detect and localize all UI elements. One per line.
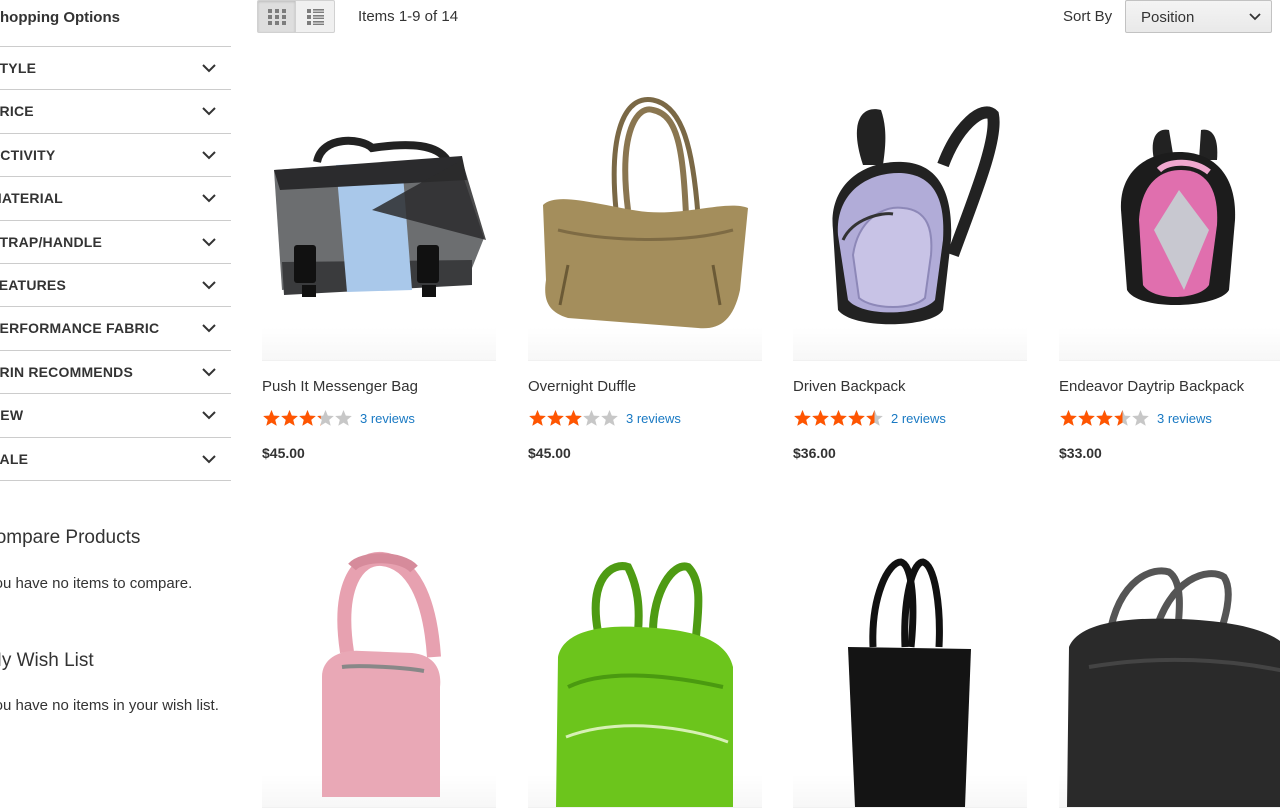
list-icon [306,8,324,25]
compare-products-title: Compare Products [0,527,141,548]
product-price: $36.00 [793,445,836,461]
star-icon [281,410,298,426]
star-icon [529,410,546,426]
chevron-down-icon [202,281,216,290]
chevron-down-icon [202,324,216,333]
star-icon [1132,410,1149,426]
filter-new[interactable]: NEW [0,394,231,438]
chevron-down-icon [202,237,216,246]
chevron-down-icon [202,411,216,420]
sort-by-select[interactable]: Position [1125,0,1272,33]
view-mode-switcher [257,0,336,33]
product-rating: 3 reviews [528,409,681,427]
star-icon [547,410,564,426]
star-icon [263,410,280,426]
product-image-shoulder-bag-pink[interactable] [262,537,496,808]
star-icon [794,410,811,426]
chevron-down-icon [202,368,216,377]
product-name-link[interactable]: Push It Messenger Bag [262,378,418,395]
product-rating: 3 reviews [262,409,415,427]
grid-icon [267,8,286,25]
shopping-options-title: Shopping Options [0,9,120,26]
star-icon [335,410,352,426]
rating-stars [1059,409,1149,427]
product-image-backpack-pink[interactable] [1059,90,1280,361]
sort-by-label: Sort By [1063,8,1113,25]
star-icon [1096,410,1113,426]
product-rating: 3 reviews [1059,409,1212,427]
sort-selected-value: Position [1141,9,1195,26]
grid-view-button[interactable] [257,0,296,33]
toolbar-amount: Items 1-9 of 14 [358,8,459,25]
reviews-link[interactable]: 3 reviews [360,411,415,426]
filter-price[interactable]: PRICE [0,90,231,134]
rating-stars [528,409,618,427]
filter-label: STRAP/HANDLE [0,233,103,250]
filter-erin-recommends[interactable]: ERIN RECOMMENDS [0,351,231,395]
filter-activity[interactable]: ACTIVITY [0,134,231,178]
star-icon [866,410,883,426]
product-name-link[interactable]: Driven Backpack [793,378,906,395]
product-name-link[interactable]: Endeavor Daytrip Backpack [1059,378,1244,395]
chevron-down-icon [202,107,216,116]
filter-label: SALE [0,450,29,467]
product-name-link[interactable]: Overnight Duffle [528,378,636,395]
filter-label: FEATURES [0,276,67,293]
product-price: $45.00 [528,445,571,461]
reviews-link[interactable]: 3 reviews [626,411,681,426]
star-icon [565,410,582,426]
chevron-down-icon [202,151,216,160]
filter-label: MATERIAL [0,190,63,207]
compare-empty-message: You have no items to compare. [0,575,193,592]
filter-sale[interactable]: SALE [0,438,231,481]
rating-stars [793,409,883,427]
chevron-down-icon [202,64,216,73]
product-image-backpack-lavender[interactable] [793,90,1027,361]
list-view-button[interactable] [296,0,335,33]
star-icon [601,410,618,426]
star-icon [1078,410,1095,426]
product-image-messenger-bag[interactable] [262,90,496,361]
rating-stars [262,409,352,427]
product-image-tote-black[interactable] [793,537,1027,808]
chevron-down-icon [202,194,216,203]
filter-label: PRICE [0,103,34,120]
star-icon [1060,410,1077,426]
wish-list-empty-message: You have no items in your wish list. [0,697,219,714]
product-image-duffle-black[interactable] [1059,537,1280,808]
star-icon [1114,410,1131,426]
filter-performance-fabric[interactable]: PERFORMANCE FABRIC [0,307,231,351]
filter-style[interactable]: STYLE [0,47,231,91]
wish-list-title: My Wish List [0,650,94,671]
filter-label: ERIN RECOMMENDS [0,363,134,380]
filter-features[interactable]: FEATURES [0,264,231,308]
filter-label: PERFORMANCE FABRIC [0,320,160,337]
star-icon [317,410,334,426]
reviews-link[interactable]: 2 reviews [891,411,946,426]
chevron-down-icon [1249,13,1261,21]
star-icon [299,410,316,426]
star-icon [583,410,600,426]
star-icon [830,410,847,426]
chevron-down-icon [202,454,216,463]
star-icon [812,410,829,426]
product-image-gym-bag-green[interactable] [528,537,762,808]
product-rating: 2 reviews [793,409,946,427]
filter-label: STYLE [0,60,37,76]
filter-strap-handle[interactable]: STRAP/HANDLE [0,221,231,264]
product-image-duffle-bag[interactable] [528,90,762,361]
filter-material[interactable]: MATERIAL [0,177,231,221]
filter-list: STYLE PRICE ACTIVITY MATERIAL STRAP/HAND… [0,46,231,481]
filter-label: ACTIVITY [0,146,56,163]
product-price: $45.00 [262,445,305,461]
filter-label: NEW [0,407,24,424]
star-icon [848,410,865,426]
product-price: $33.00 [1059,445,1102,461]
reviews-link[interactable]: 3 reviews [1157,411,1212,426]
